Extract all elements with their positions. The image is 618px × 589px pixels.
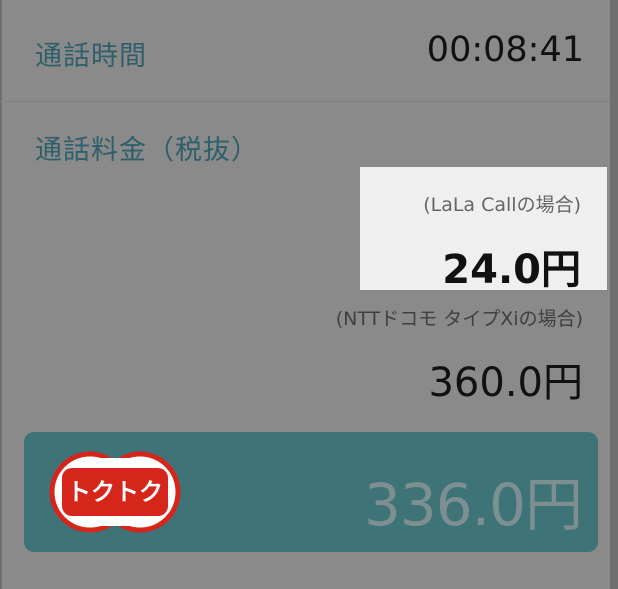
duration-row: 通話時間 00:08:41 [0, 0, 610, 101]
ntt-docomo-caption: (NTTドコモ タイプXiの場合) [335, 308, 583, 330]
savings-amount: 336.0円 [363, 471, 583, 539]
lala-call-caption: (LaLa Callの場合) [423, 194, 581, 216]
badge-text: トクトク [67, 478, 163, 506]
savings-card: トクトク 336.0円 [24, 432, 598, 552]
lala-call-price-box: (LaLa Callの場合) 24.0円 [360, 167, 607, 293]
ntt-docomo-price: 360.0円 [428, 360, 583, 406]
fee-label: 通話料金（税抜） [35, 135, 259, 166]
tokutoku-badge-icon: トクトク [49, 451, 181, 533]
lala-call-price: 24.0円 [442, 247, 581, 293]
call-cost-panel: 通話時間 00:08:41 通話料金（税抜） (LaLa Callの場合) 24… [0, 0, 618, 589]
duration-label: 通話時間 [35, 41, 147, 72]
right-divider [610, 0, 618, 589]
row-divider [0, 101, 610, 102]
duration-value: 00:08:41 [426, 30, 584, 70]
